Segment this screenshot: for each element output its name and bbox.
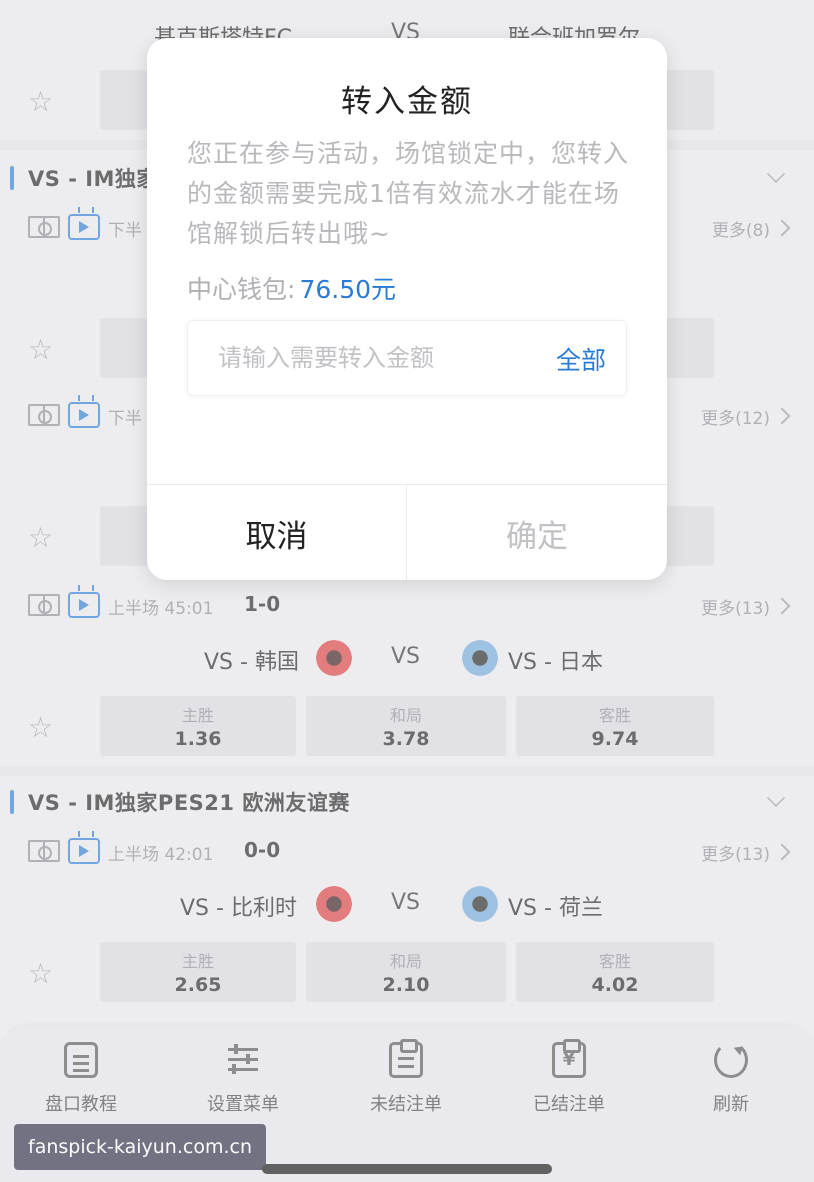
sports-betting-page: 基克斯塔特FC VS 联合班加罗尔 ☆ VS - IM独家 下半 更多(8) ☆… [0, 0, 814, 1182]
cancel-button[interactable]: 取消 [147, 485, 407, 580]
transfer-amount-dialog: 转入金额 您正在参与活动，场馆锁定中，您转入的金额需要完成1倍有效流水才能在场馆… [147, 38, 667, 580]
dialog-title: 转入金额 [341, 84, 473, 120]
wallet-balance-row: 中心钱包: 76.50元 [187, 270, 396, 306]
transfer-amount-input[interactable] [188, 321, 528, 395]
dialog-message: 您正在参与活动，场馆锁定中，您转入的金额需要完成1倍有效流水才能在场馆解锁后转出… [187, 139, 630, 248]
transfer-all-button[interactable]: 全部 [556, 341, 606, 377]
confirm-button[interactable]: 确定 [407, 485, 667, 580]
wallet-label: 中心钱包: [187, 275, 296, 304]
amount-input-container: 全部 [187, 320, 627, 396]
wallet-amount: 76.50元 [299, 275, 397, 304]
dialog-footer: 取消 确定 [147, 484, 667, 580]
